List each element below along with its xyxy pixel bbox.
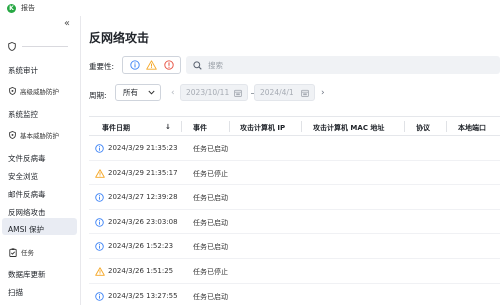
events-table: 事件日期 ↓ 事件 攻击计算机 IP 攻击计算机 MAC 地址 协议 本地端口 …: [89, 116, 500, 305]
event-cell: 任务已启动: [193, 145, 228, 153]
period-value: 所有: [123, 88, 138, 97]
sidebar-item-mail-av[interactable]: 邮件反病毒: [8, 189, 46, 200]
column-divider[interactable]: [181, 121, 182, 132]
column-header-attacker-mac[interactable]: 攻击计算机 MAC 地址: [313, 123, 384, 133]
event-date-cell: 2024/3/26 1:51:25: [108, 266, 174, 275]
critical-icon: [163, 60, 174, 70]
sidebar-group-label: 任务: [21, 249, 34, 257]
info-icon: [95, 193, 104, 204]
sidebar-group-label: 基本威胁防护: [20, 132, 59, 140]
date-to-value: 2024/4/1: [260, 88, 294, 97]
table-body: 2024/3/29 21:35:23 任务已启动 2024/3/29 21:35:1…: [89, 136, 500, 305]
sidebar-item-safe-browsing[interactable]: 安全浏览: [8, 171, 38, 182]
table-row[interactable]: 2024/3/29 21:35:23 任务已启动: [89, 136, 500, 161]
chevron-left-icon[interactable]: ‹: [171, 88, 175, 98]
sidebar-item-file-av[interactable]: 文件反病毒: [8, 153, 46, 164]
app-title: 报告: [21, 4, 35, 12]
app-logo-letter: K: [9, 4, 14, 12]
table-row[interactable]: 2024/3/26 1:52:23 任务已启动: [89, 234, 500, 259]
sort-desc-icon[interactable]: ↓: [165, 123, 171, 131]
severity-label: 重要性:: [89, 62, 115, 71]
event-date-cell: 2024/3/26 1:52:23: [108, 242, 174, 251]
shield-icon: [8, 42, 16, 51]
column-header-protocol[interactable]: 协议: [416, 123, 430, 133]
period-label: 周期:: [89, 91, 107, 100]
date-to-field[interactable]: 2024/4/1: [254, 84, 315, 101]
sidebar-group-advanced-threat[interactable]: 高级威胁防护: [9, 86, 59, 96]
warning-icon: [95, 267, 105, 278]
severity-warning-button[interactable]: [144, 58, 159, 72]
clipboard-icon: [9, 247, 17, 257]
event-cell: 任务已停止: [193, 267, 228, 276]
table-row[interactable]: 2024/3/26 1:51:25 任务已停止: [89, 259, 500, 284]
search-icon: [193, 60, 202, 70]
column-header-event[interactable]: 事件: [193, 123, 207, 133]
column-header-local-port[interactable]: 本地端口: [458, 123, 486, 133]
calendar-icon: [301, 89, 309, 97]
sidebar-item-amsi[interactable]: AMSI 保护: [8, 224, 44, 235]
event-date-cell: 2024/3/26 23:03:08: [108, 217, 178, 226]
event-date-cell: 2024/3/27 12:39:28: [108, 193, 178, 202]
column-divider[interactable]: [229, 121, 230, 132]
sidebar-item-system-monitor[interactable]: 系统监控: [8, 109, 38, 120]
chevron-right-icon[interactable]: ›: [321, 88, 325, 98]
event-cell: 任务已启动: [193, 194, 228, 203]
column-header-attacker-ip[interactable]: 攻击计算机 IP: [240, 123, 285, 133]
shield-icon: [9, 131, 16, 139]
info-icon: [95, 144, 104, 155]
column-divider[interactable]: [404, 121, 405, 132]
divider: [22, 46, 68, 47]
sidebar-group-label: 高级威胁防护: [20, 88, 59, 96]
severity-filter: [122, 56, 181, 74]
event-date-cell: 2024/3/29 21:35:23: [108, 144, 178, 152]
sidebar-group-tasks[interactable]: 任务: [9, 247, 34, 257]
sidebar-group-basic-threat[interactable]: 基本威胁防护: [9, 130, 59, 140]
warning-icon: [95, 168, 105, 180]
sidebar: ‹‹ 系统审计 高级威胁防护 系统监控 基本威胁防护 文件反病毒 安全浏览 邮件…: [0, 16, 81, 305]
title-bar: K 报告: [0, 0, 500, 16]
table-row[interactable]: 2024/3/25 13:27:55 任务已启动: [89, 284, 500, 305]
sidebar-item-network-attack[interactable]: 反网络攻击: [8, 207, 46, 218]
search-input[interactable]: [208, 60, 488, 70]
calendar-icon: [234, 89, 242, 97]
column-header-date[interactable]: 事件日期: [102, 123, 130, 133]
column-divider[interactable]: [301, 121, 302, 132]
page-title: 反网络攻击: [89, 31, 150, 45]
table-row[interactable]: 2024/3/27 12:39:28 任务已启动: [89, 185, 500, 210]
sidebar-item-system-audit[interactable]: 系统审计: [8, 65, 38, 76]
app-logo: K: [7, 3, 16, 13]
info-icon: [95, 218, 104, 229]
shield-icon: [9, 87, 16, 95]
sidebar-item-scan[interactable]: 扫描: [8, 287, 23, 298]
info-icon: [95, 291, 104, 303]
warning-icon: [146, 60, 157, 70]
event-cell: 任务已停止: [193, 169, 228, 178]
period-select[interactable]: 所有: [115, 84, 161, 101]
event-date-cell: 2024/3/29 21:35:17: [108, 168, 178, 177]
table-row[interactable]: 2024/3/29 21:35:17 任务已停止: [89, 161, 500, 186]
column-divider[interactable]: [446, 121, 447, 132]
sidebar-item-db-update[interactable]: 数据库更新: [8, 269, 46, 280]
double-chevron-left-icon[interactable]: ‹‹: [64, 18, 70, 29]
date-from-value: 2023/10/11: [186, 88, 230, 97]
main-content: 反网络攻击 重要性: 搜索 周期: 所有 ‹ 2023/10/11 2024/4…: [81, 16, 500, 305]
severity-critical-button[interactable]: [161, 58, 176, 72]
event-cell: 任务已启动: [193, 243, 228, 252]
info-icon: [95, 242, 104, 253]
table-row[interactable]: 2024/3/26 23:03:08 任务已启动: [89, 210, 500, 235]
event-cell: 任务已启动: [193, 218, 228, 227]
info-icon: [129, 60, 140, 70]
severity-info-button[interactable]: [127, 58, 142, 72]
chevron-down-icon: [148, 90, 155, 95]
event-date-cell: 2024/3/25 13:27:55: [108, 291, 178, 300]
event-cell: 任务已启动: [193, 292, 228, 301]
protection-status: [8, 42, 68, 51]
date-from-field[interactable]: 2023/10/11: [180, 84, 248, 101]
search-box[interactable]: [186, 56, 500, 74]
table-header: 事件日期 ↓ 事件 攻击计算机 IP 攻击计算机 MAC 地址 协议 本地端口: [89, 116, 500, 136]
